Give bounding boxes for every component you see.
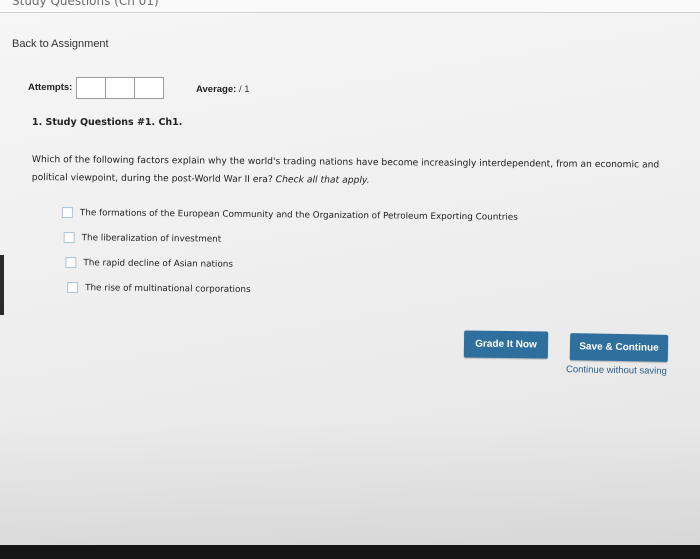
back-to-assignment-link[interactable]: Back to Assignment [12,38,109,50]
option-label: The formations of the European Community… [79,207,518,223]
attempt-box [134,77,164,99]
answer-option[interactable]: The formations of the European Community… [61,204,518,226]
checkbox[interactable] [65,257,77,269]
monitor-bezel [0,545,700,559]
question-hint: Check all that apply. [275,174,370,186]
checkbox[interactable] [63,232,75,244]
answer-options: The formations of the European Community… [61,204,518,309]
option-label: The rise of multinational corporations [85,282,251,295]
assignment-page: Study Questions (Ch 01) Back to Assignme… [0,0,700,545]
attempts-label: Attempts: [28,82,73,93]
page-title: Study Questions (Ch 01) [12,0,159,8]
page-header: Study Questions (Ch 01) [0,0,700,13]
average-value: / 1 [239,84,250,95]
option-label: The rapid decline of Asian nations [83,257,233,270]
attempts-indicator [76,77,164,99]
attempt-box [76,77,106,99]
question-title: 1. Study Questions #1. Ch1. [32,117,183,128]
answer-option[interactable]: The rapid decline of Asian nations [65,254,517,276]
screen-shading [0,420,700,545]
answer-option[interactable]: The liberalization of investment [63,229,518,251]
option-label: The liberalization of investment [81,232,222,245]
attempt-box [105,77,135,99]
average-label: Average: [196,84,237,95]
checkbox[interactable] [67,282,79,294]
screen-edge [0,255,4,315]
save-and-continue-button[interactable]: Save & Continue [569,333,669,362]
continue-without-saving-link[interactable]: Continue without saving [566,364,667,377]
answer-option[interactable]: The rise of multinational corporations [67,279,517,301]
question-prompt: Which of the following factors explain w… [32,151,692,193]
checkbox[interactable] [61,206,73,219]
grade-it-now-button[interactable]: Grade It Now [463,330,549,359]
